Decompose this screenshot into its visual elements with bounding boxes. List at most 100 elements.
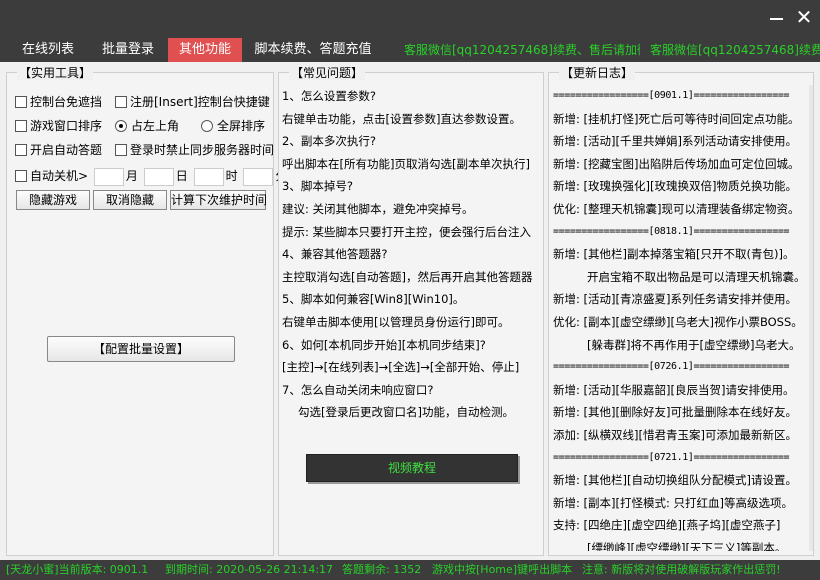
faq-title: 【常见问题】 bbox=[289, 66, 366, 80]
window-sort-checkbox[interactable] bbox=[15, 120, 27, 132]
log-line: [缥缈峰][虚空缥缈][天下三义]等副本。 bbox=[587, 540, 787, 551]
auto-answer-option[interactable]: 开启自动答题 bbox=[15, 142, 102, 158]
top-left-radio-option[interactable]: 占左上角 bbox=[115, 118, 179, 134]
video-tutorial-button[interactable]: 视频教程 bbox=[306, 454, 518, 482]
faq-line: 5、脚本如何兼容[Win8][Win10]。 bbox=[282, 292, 465, 307]
cancel-hide-button[interactable]: 取消隐藏 bbox=[93, 190, 167, 210]
log-line: 添加: [纵横双线][惜君青玉案]可添加最新新区。 bbox=[553, 427, 797, 442]
log-separator: =================[0726.1]===============… bbox=[553, 361, 790, 373]
status-answers: 答题剩余: 1352 bbox=[342, 563, 422, 576]
console-free-option[interactable]: 控制台免遮挡 bbox=[15, 94, 102, 110]
disable-sync-label: 登录时禁止同步服务器时间 bbox=[130, 143, 275, 157]
tab-online-list[interactable]: 在线列表 bbox=[10, 38, 86, 62]
console-free-checkbox[interactable] bbox=[15, 96, 27, 108]
promo-text-2: 客服微信[qq1204257468]续费、售 bbox=[650, 43, 820, 57]
disable-sync-option[interactable]: 登录时禁止同步服务器时间 bbox=[115, 142, 274, 158]
faq-line: 右键单击脚本使用[以管理员身份运行]即可。 bbox=[282, 314, 510, 329]
register-insert-option[interactable]: 注册[Insert]控制台快捷键 bbox=[115, 94, 270, 110]
fullscreen-label: 全屏排序 bbox=[217, 119, 266, 133]
window-sort-option[interactable]: 游戏窗口排序 bbox=[15, 118, 102, 134]
title-bar: ✕ bbox=[0, 0, 820, 38]
minimize-button[interactable] bbox=[764, 6, 788, 28]
faq-line: 4、兼容其他答题器? bbox=[282, 247, 388, 262]
tab-batch-login[interactable]: 批量登录 bbox=[92, 38, 164, 62]
config-batch-button[interactable]: 【配置批量设置】 bbox=[47, 336, 235, 362]
faq-line: 建议: 关闭其他脚本，避免冲突掉号。 bbox=[282, 201, 474, 216]
log-line: 新增: [挂机打怪]死亡后可等待时间回定点功能。 bbox=[553, 111, 800, 126]
minimize-icon bbox=[770, 18, 783, 20]
faq-line: 右键单击功能，点击[设置参数]直达参数设置。 bbox=[282, 111, 521, 126]
log-line: 新增: [其他][删除好友]可批量删除本在线好友。 bbox=[553, 405, 797, 420]
faq-line: 3、脚本掉号? bbox=[282, 179, 353, 194]
faq-line: 勾选[登录后更改窗口名]功能，自动检测。 bbox=[298, 405, 514, 420]
log-separator: =================[0818.1]===============… bbox=[553, 225, 790, 237]
log-line: [躲毒群]将不再作用于[虚空缥缈]乌老大。 bbox=[587, 337, 801, 352]
promo-text-1: 客服微信[qq1204257468]续费、售后请加微信 bbox=[404, 43, 640, 57]
log-line: 开启宝箱不取出物品是可以清理天机锦囊。 bbox=[587, 269, 806, 284]
log-line: 新增: [活动][千里共婵娟]系列活动请安排使用。 bbox=[553, 134, 797, 149]
faq-line: [主控]→[在线列表]→[全选]→[全部开始、停止] bbox=[282, 360, 520, 375]
fullscreen-radio[interactable] bbox=[201, 120, 213, 132]
auto-shutdown-checkbox[interactable] bbox=[15, 170, 27, 182]
faq-line: 2、副本多次执行? bbox=[282, 134, 376, 149]
status-bar: [天龙小蜜]当前版本: 0901.1 到期时间: 2020-05-26 21:1… bbox=[0, 560, 820, 580]
window-sort-label: 游戏窗口排序 bbox=[30, 119, 103, 133]
tools-panel: 【实用工具】 控制台免遮挡 注册[Insert]控制台快捷键 游戏窗口排序 占左… bbox=[6, 66, 287, 556]
disable-sync-checkbox[interactable] bbox=[115, 144, 127, 156]
log-line: 新增: [玫瑰换强化][玫瑰换双倍]物质兑换功能。 bbox=[553, 179, 797, 194]
fullscreen-radio-option[interactable]: 全屏排序 bbox=[201, 118, 265, 134]
log-line: 新增: [挖藏宝图]出陷阱后传场加血可定位回城。 bbox=[553, 156, 800, 171]
tab-renewal[interactable]: 脚本续费、答题充值 bbox=[250, 38, 376, 62]
faq-panel: 【常见问题】 1、怎么设置参数? 右键单击功能，点击[设置参数]直达参数设置。 … bbox=[278, 66, 544, 556]
shutdown-hour-input[interactable] bbox=[193, 167, 224, 186]
update-log-list[interactable]: =================[0901.1]===============… bbox=[553, 85, 811, 551]
auto-answer-checkbox[interactable] bbox=[15, 144, 27, 156]
tab-bar: 在线列表 批量登录 其他功能 脚本续费、答题充值 客服微信[qq12042574… bbox=[0, 38, 820, 62]
update-log-panel: 【更新日志】 =================[0901.1]========… bbox=[548, 66, 814, 556]
tools-title: 【实用工具】 bbox=[17, 66, 94, 80]
close-button[interactable]: ✕ bbox=[792, 6, 816, 28]
calc-maintenance-button[interactable]: 计算下次维护时间 bbox=[170, 190, 267, 210]
log-line: 新增: [活动][华服嘉韶][良辰当贺]请安排使用。 bbox=[553, 382, 795, 397]
faq-line: 呼出脚本在[所有功能]页取消勾选[副本单次执行] bbox=[282, 156, 530, 171]
shutdown-month-input[interactable] bbox=[93, 167, 124, 186]
auto-shutdown-option: 自动关机> 月 日 时 分 bbox=[15, 166, 287, 186]
auto-shutdown-label: 自动关机> bbox=[30, 169, 89, 183]
hour-unit: 时 bbox=[225, 169, 238, 183]
day-unit: 日 bbox=[175, 169, 188, 183]
faq-list: 1、怎么设置参数? 右键单击功能，点击[设置参数]直达参数设置。 2、副本多次执… bbox=[282, 85, 540, 424]
faq-line: 6、如何[本机同步开始][本机同步结束]? bbox=[282, 337, 486, 352]
main-area: 【实用工具】 控制台免遮挡 注册[Insert]控制台快捷键 游戏窗口排序 占左… bbox=[0, 62, 820, 560]
log-line: 优化: [整理天机锦囊]现可以清理装备绑定物资。 bbox=[553, 201, 800, 216]
log-line: 优化: [副本][虚空缥缈][乌老大]视作小票BOSS。 bbox=[553, 314, 803, 329]
status-expire: 到期时间: 2020-05-26 21:14:17 bbox=[165, 563, 334, 576]
status-hotkey: 游戏中按[Home]键呼出脚本 bbox=[432, 563, 573, 576]
auto-answer-label: 开启自动答题 bbox=[30, 143, 103, 157]
log-line: 新增: [其他栏]副本掉落宝箱[只开不取(青包)]。 bbox=[553, 247, 795, 262]
faq-line: 1、怎么设置参数? bbox=[282, 89, 376, 103]
faq-line: 7、怎么自动关闭未响应窗口? bbox=[282, 382, 434, 397]
month-unit: 月 bbox=[125, 169, 138, 183]
status-notice: 注意: 新版将对使用破解版玩家作出惩罚! bbox=[582, 563, 781, 576]
log-scrollbar[interactable] bbox=[809, 85, 813, 551]
log-line: 新增: [活动][青凉盛夏]系列任务请安排并使用。 bbox=[553, 292, 797, 307]
top-left-radio[interactable] bbox=[115, 120, 127, 132]
log-separator: =================[0721.1]===============… bbox=[553, 451, 790, 463]
log-separator: =================[0901.1]===============… bbox=[553, 90, 790, 101]
status-version: [天龙小蜜]当前版本: 0901.1 bbox=[6, 563, 149, 576]
faq-line: 主控取消勾选[自动答题]，然后再开启其他答题器 bbox=[282, 269, 533, 284]
shutdown-day-input[interactable] bbox=[143, 167, 174, 186]
log-line: 新增: [其他栏][自动切换组队分配模式]请设置。 bbox=[553, 473, 797, 488]
register-insert-checkbox[interactable] bbox=[115, 96, 127, 108]
shutdown-minute-input[interactable] bbox=[243, 167, 274, 186]
log-title: 【更新日志】 bbox=[559, 66, 636, 80]
faq-line: 提示: 某些脚本只要打开主控，便会强行后台注入 bbox=[282, 224, 532, 239]
hide-game-button[interactable]: 隐藏游戏 bbox=[16, 190, 90, 210]
tab-other-functions[interactable]: 其他功能 bbox=[168, 38, 242, 62]
register-insert-label: 注册[Insert]控制台快捷键 bbox=[130, 95, 270, 109]
close-icon: ✕ bbox=[795, 5, 813, 29]
log-line: 支持: [四绝庄][虚空四绝][燕子坞][虚空燕子] bbox=[553, 518, 781, 533]
console-free-label: 控制台免遮挡 bbox=[30, 95, 103, 109]
top-left-label: 占左上角 bbox=[131, 119, 180, 133]
log-line: 新增: [副本][打怪模式: 只打红血]等高级选项。 bbox=[553, 495, 794, 510]
